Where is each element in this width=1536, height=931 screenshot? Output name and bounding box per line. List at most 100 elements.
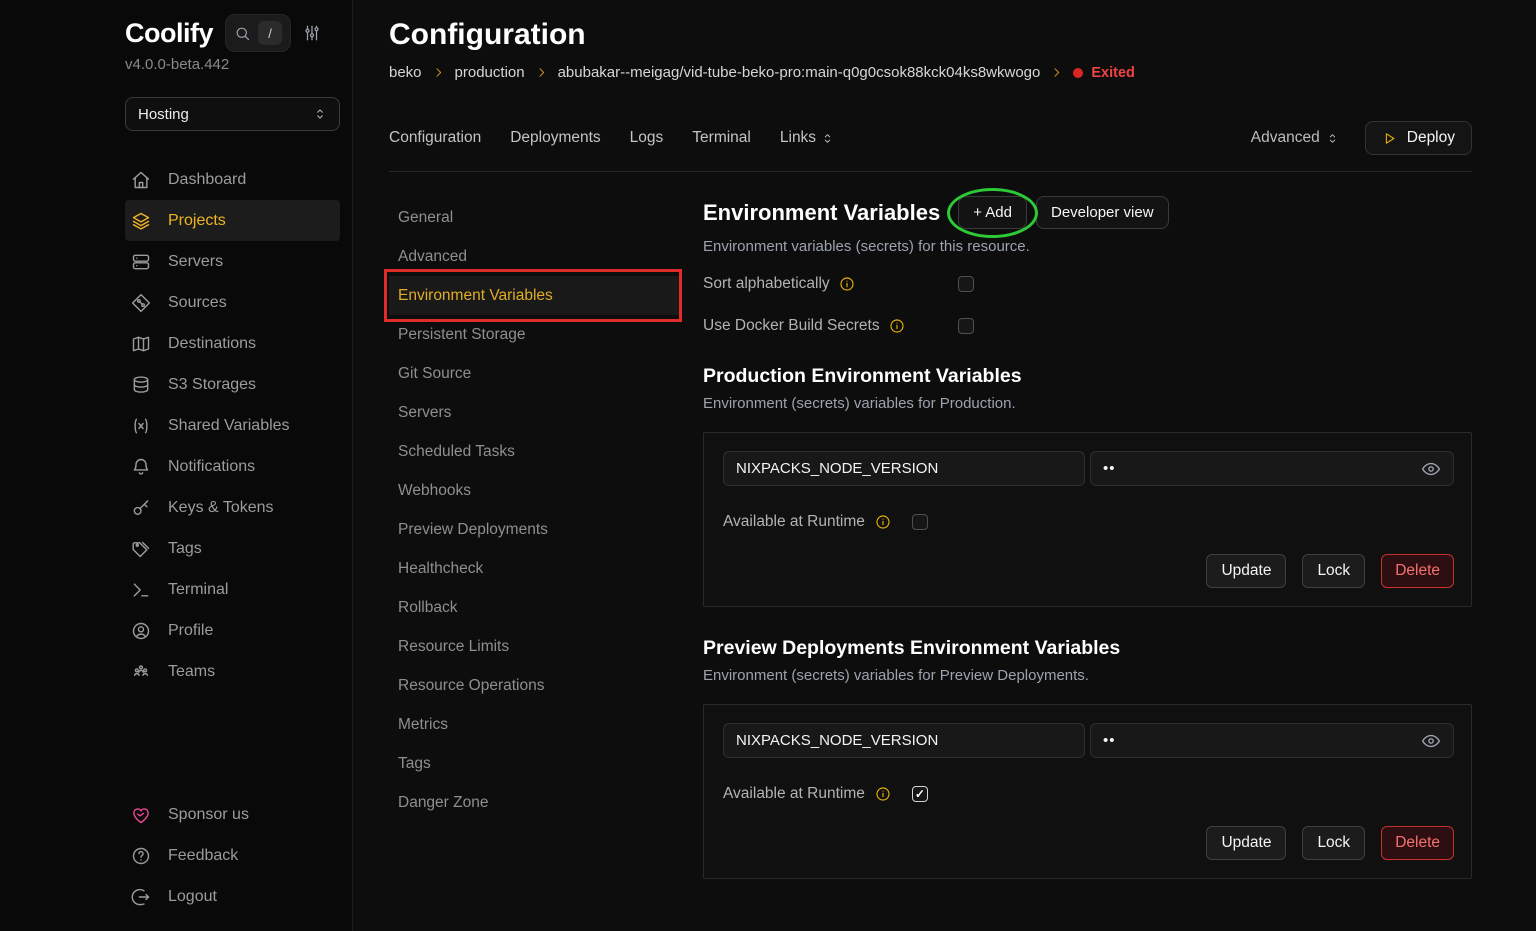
subnav-item-danger-zone[interactable]: Danger Zone [389,783,679,822]
search-icon [234,25,251,42]
variable-value-input[interactable] [1090,723,1454,758]
update-button[interactable]: Update [1206,554,1286,588]
delete-button[interactable]: Delete [1381,826,1454,860]
add-variable-button[interactable]: + Add [958,196,1027,229]
subnav-item-servers[interactable]: Servers [389,393,679,432]
advanced-dropdown[interactable]: Advanced [1251,129,1339,147]
sidebar-item-shared-variables[interactable]: Shared Variables [125,405,340,446]
lock-button[interactable]: Lock [1302,826,1365,860]
subnav-item-metrics[interactable]: Metrics [389,705,679,744]
sidebar-item-label: Servers [168,253,223,271]
variable-name-input[interactable] [723,723,1085,758]
subnav-item-tags[interactable]: Tags [389,744,679,783]
filters-button[interactable] [303,24,321,42]
app-version: v4.0.0-beta.442 [125,56,340,73]
variable-value-input[interactable] [1090,451,1454,486]
git-source-icon [131,293,151,313]
play-icon [1382,131,1397,146]
available-at-runtime-checkbox[interactable] [912,514,928,530]
reveal-value-button[interactable] [1421,459,1441,479]
main-area: Configuration beko production abubakar--… [353,0,1536,931]
chevron-right-icon [432,66,445,79]
sidebar-item-dashboard[interactable]: Dashboard [125,159,340,200]
tab-configuration[interactable]: Configuration [389,129,481,147]
option-docker-build-secrets: Use Docker Build Secrets [703,317,1472,335]
breadcrumb-environment[interactable]: production [455,64,525,81]
subnav-item-persistent-storage[interactable]: Persistent Storage [389,315,679,354]
search-button[interactable]: / [225,14,291,52]
subnav-item-preview-deployments[interactable]: Preview Deployments [389,510,679,549]
subnav-item-healthcheck[interactable]: Healthcheck [389,549,679,588]
delete-button[interactable]: Delete [1381,554,1454,588]
subnav-item-rollback[interactable]: Rollback [389,588,679,627]
subnav-item-environment-variables[interactable]: Environment Variables [389,276,679,315]
sidebar-item-label: Teams [168,663,215,681]
developer-view-button[interactable]: Developer view [1036,196,1169,229]
option-label: Use Docker Build Secrets [703,317,880,335]
tab-terminal[interactable]: Terminal [692,129,751,147]
sidebar-item-label: Profile [168,622,213,640]
help-circle-icon [131,846,151,866]
sidebar-item-notifications[interactable]: Notifications [125,446,340,487]
sidebar-item-label: Terminal [168,581,228,599]
status-badge: Exited [1073,65,1135,81]
sidebar-item-label: Notifications [168,458,255,476]
sidebar: Coolify / v4.0.0-beta.442 Hosting Dashbo… [0,0,353,931]
lock-button[interactable]: Lock [1302,554,1365,588]
sidebar-item-destinations[interactable]: Destinations [125,323,340,364]
user-circle-icon [131,621,151,641]
bell-icon [131,457,151,477]
sidebar-item-sponsor-us[interactable]: Sponsor us [125,794,340,835]
logout-icon [131,887,151,907]
team-select[interactable]: Hosting [125,97,340,131]
status-text: Exited [1091,65,1135,81]
subnav-item-git-source[interactable]: Git Source [389,354,679,393]
server-icon [131,252,151,272]
sidebar-item-label: Sources [168,294,227,312]
sidebar-item-profile[interactable]: Profile [125,610,340,651]
sort-alphabetically-checkbox[interactable] [958,276,974,292]
reveal-value-button[interactable] [1421,731,1441,751]
breadcrumb-project[interactable]: beko [389,64,422,81]
tag-icon [131,539,151,559]
subnav-item-resource-limits[interactable]: Resource Limits [389,627,679,666]
home-icon [131,170,151,190]
subnav-item-resource-operations[interactable]: Resource Operations [389,666,679,705]
variable-name-input[interactable] [723,451,1085,486]
sidebar-item-sources[interactable]: Sources [125,282,340,323]
variable-icon [131,416,151,436]
info-icon [875,786,891,802]
sidebar-item-projects[interactable]: Projects [125,200,340,241]
available-at-runtime-checkbox[interactable] [912,786,928,802]
update-button[interactable]: Update [1206,826,1286,860]
sidebar-item-teams[interactable]: Teams [125,651,340,692]
tab-logs[interactable]: Logs [630,129,664,147]
section-description: Environment variables (secrets) for this… [703,238,1472,255]
subnav-item-advanced[interactable]: Advanced [389,237,679,276]
sidebar-item-label: Dashboard [168,171,246,189]
sidebar-item-tags[interactable]: Tags [125,528,340,569]
sidebar-item-s3-storages[interactable]: S3 Storages [125,364,340,405]
heart-icon [131,805,151,825]
sidebar-item-keys-tokens[interactable]: Keys & Tokens [125,487,340,528]
subnav-item-general[interactable]: General [389,198,679,237]
sidebar-item-label: S3 Storages [168,376,256,394]
production-variable-card: Available at Runtime Update Lock Delete [703,432,1472,607]
tab-links[interactable]: Links [780,129,834,147]
sidebar-item-label: Tags [168,540,202,558]
search-shortcut-key: / [258,21,282,45]
tab-deployments[interactable]: Deployments [510,129,600,147]
docker-build-secrets-checkbox[interactable] [958,318,974,334]
eye-icon [1421,731,1441,751]
deploy-button[interactable]: Deploy [1365,121,1472,155]
sidebar-item-feedback[interactable]: Feedback [125,835,340,876]
breadcrumb-resource[interactable]: abubakar--meigag/vid-tube-beko-pro:main-… [558,64,1041,81]
preview-section-title: Preview Deployments Environment Variable… [703,637,1472,660]
sidebar-item-servers[interactable]: Servers [125,241,340,282]
subnav-item-scheduled-tasks[interactable]: Scheduled Tasks [389,432,679,471]
sidebar-item-logout[interactable]: Logout [125,876,340,917]
subnav-item-webhooks[interactable]: Webhooks [389,471,679,510]
info-icon [839,276,855,292]
sidebar-item-terminal[interactable]: Terminal [125,569,340,610]
env-variables-panel: Environment Variables + Add Developer vi… [679,172,1472,931]
